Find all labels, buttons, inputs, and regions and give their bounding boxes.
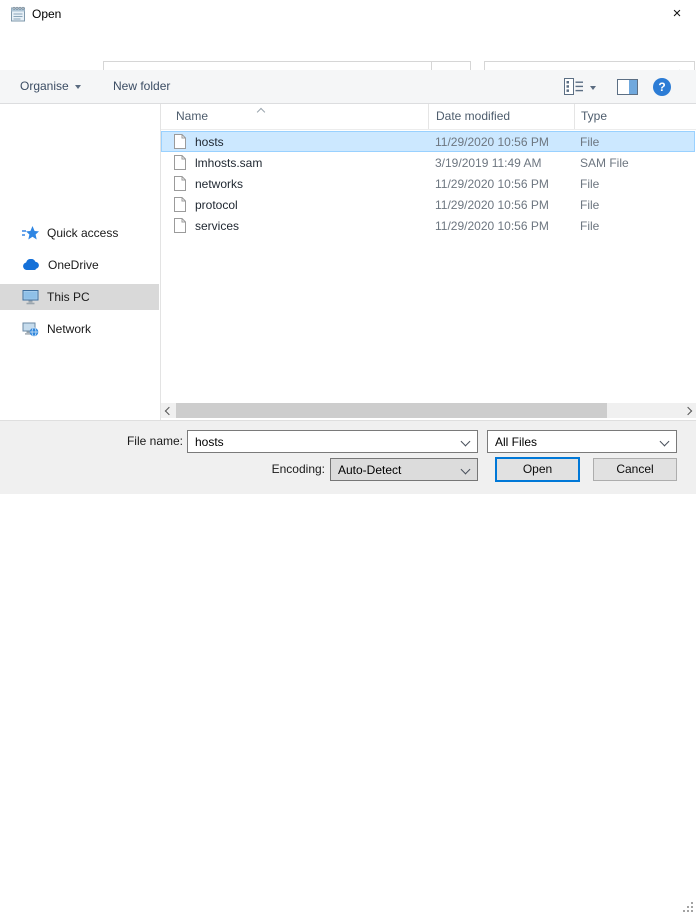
encoding-dropdown[interactable]: Auto-Detect <box>330 458 478 481</box>
file-row-protocol[interactable]: protocol 11/29/2020 10:56 PM File <box>161 194 695 215</box>
file-name: hosts <box>195 134 224 149</box>
new-folder-label: New folder <box>113 79 171 93</box>
file-row-hosts[interactable]: hosts 11/29/2020 10:56 PM File <box>161 131 695 152</box>
encoding-label: Encoding: <box>271 462 325 476</box>
onedrive-cloud-icon <box>22 259 40 271</box>
sidebar-item-label: Network <box>47 322 92 336</box>
file-name: services <box>195 218 240 233</box>
new-folder-button[interactable]: New folder <box>113 70 170 103</box>
network-icon <box>22 321 39 337</box>
file-date-modified: 11/29/2020 10:56 PM <box>435 197 549 212</box>
sidebar-item-onedrive[interactable]: OneDrive <box>0 252 159 278</box>
sidebar-item-quick-access[interactable]: Quick access <box>0 220 159 246</box>
close-button[interactable]: × <box>658 0 696 28</box>
file-icon <box>174 155 186 170</box>
preview-pane-icon <box>629 80 637 94</box>
scrollbar-thumb[interactable] <box>176 403 607 418</box>
file-type-value: All Files <box>495 434 538 449</box>
navigation-bar: ← → ↑ « Windows System32 drivers etc ↻ <box>0 28 696 91</box>
chevron-down-icon <box>460 464 471 475</box>
views-button[interactable] <box>564 78 596 98</box>
file-type: File <box>580 134 600 149</box>
sidebar-item-this-pc[interactable]: This PC <box>0 284 159 310</box>
navigation-pane: Quick access OneDrive This PC Network <box>0 104 160 420</box>
column-header-type[interactable]: Type <box>574 104 696 129</box>
file-name: protocol <box>195 197 238 212</box>
file-date-modified: 11/29/2020 10:56 PM <box>435 218 549 233</box>
file-type-dropdown[interactable]: All Files <box>487 430 677 453</box>
column-header-name[interactable]: Name <box>161 104 428 129</box>
file-date-modified: 11/29/2020 10:56 PM <box>435 176 549 191</box>
file-date-modified: 3/19/2019 11:49 AM <box>435 155 542 170</box>
organise-dropdown-icon <box>74 84 81 89</box>
file-row-services[interactable]: services 11/29/2020 10:56 PM File <box>161 215 695 236</box>
sidebar-item-network[interactable]: Network <box>0 316 159 342</box>
chevron-down-icon[interactable] <box>460 436 471 447</box>
file-type: SAM File <box>580 155 629 170</box>
sidebar-item-label: This PC <box>47 290 90 304</box>
preview-pane-button[interactable] <box>617 79 638 95</box>
file-row-networks[interactable]: networks 11/29/2020 10:56 PM File <box>161 173 695 194</box>
sort-ascending-icon <box>256 104 266 118</box>
file-icon <box>174 134 186 149</box>
organise-label: Organise <box>20 79 69 93</box>
chevron-down-icon <box>659 436 670 447</box>
organise-button[interactable]: Organise <box>20 70 81 103</box>
sidebar-item-label: OneDrive <box>48 258 99 272</box>
command-toolbar: Organise New folder ? <box>0 70 696 104</box>
dialog-footer: File name: All Files Encoding: Auto-Dete… <box>0 420 696 912</box>
file-type: File <box>580 218 600 233</box>
file-type: File <box>580 176 600 191</box>
cancel-button[interactable]: Cancel <box>593 458 677 481</box>
file-icon <box>174 176 186 191</box>
file-name-label: File name: <box>126 434 183 448</box>
open-button[interactable]: Open <box>495 457 580 482</box>
horizontal-scrollbar[interactable] <box>161 403 696 418</box>
file-name-combobox <box>187 430 478 453</box>
file-name-input[interactable] <box>188 434 462 449</box>
sidebar-item-label: Quick access <box>47 226 119 240</box>
scroll-right-arrow[interactable] <box>680 403 696 418</box>
file-type: File <box>580 197 600 212</box>
resize-grip[interactable] <box>682 901 694 916</box>
encoding-value: Auto-Detect <box>338 462 402 477</box>
this-pc-monitor-icon <box>22 289 39 305</box>
file-name: lmhosts.sam <box>195 155 263 170</box>
window-title: Open <box>32 7 62 21</box>
file-row-lmhosts[interactable]: lmhosts.sam 3/19/2019 11:49 AM SAM File <box>161 152 695 173</box>
file-list: hosts 11/29/2020 10:56 PM File lmhosts.s… <box>161 131 696 236</box>
column-header-date-modified[interactable]: Date modified <box>428 104 574 129</box>
notepad-icon <box>10 5 26 25</box>
file-name: networks <box>195 176 244 191</box>
file-date-modified: 11/29/2020 10:56 PM <box>435 134 549 149</box>
views-dropdown-icon <box>590 86 596 90</box>
list-column-headers: Name Date modified Type <box>161 104 696 130</box>
title-bar: Open × <box>0 0 696 28</box>
scroll-left-arrow[interactable] <box>161 403 177 418</box>
file-icon <box>174 218 186 233</box>
quick-access-star-icon <box>22 225 39 241</box>
help-button[interactable]: ? <box>653 78 671 96</box>
details-view-icon <box>564 78 584 98</box>
file-icon <box>174 197 186 212</box>
